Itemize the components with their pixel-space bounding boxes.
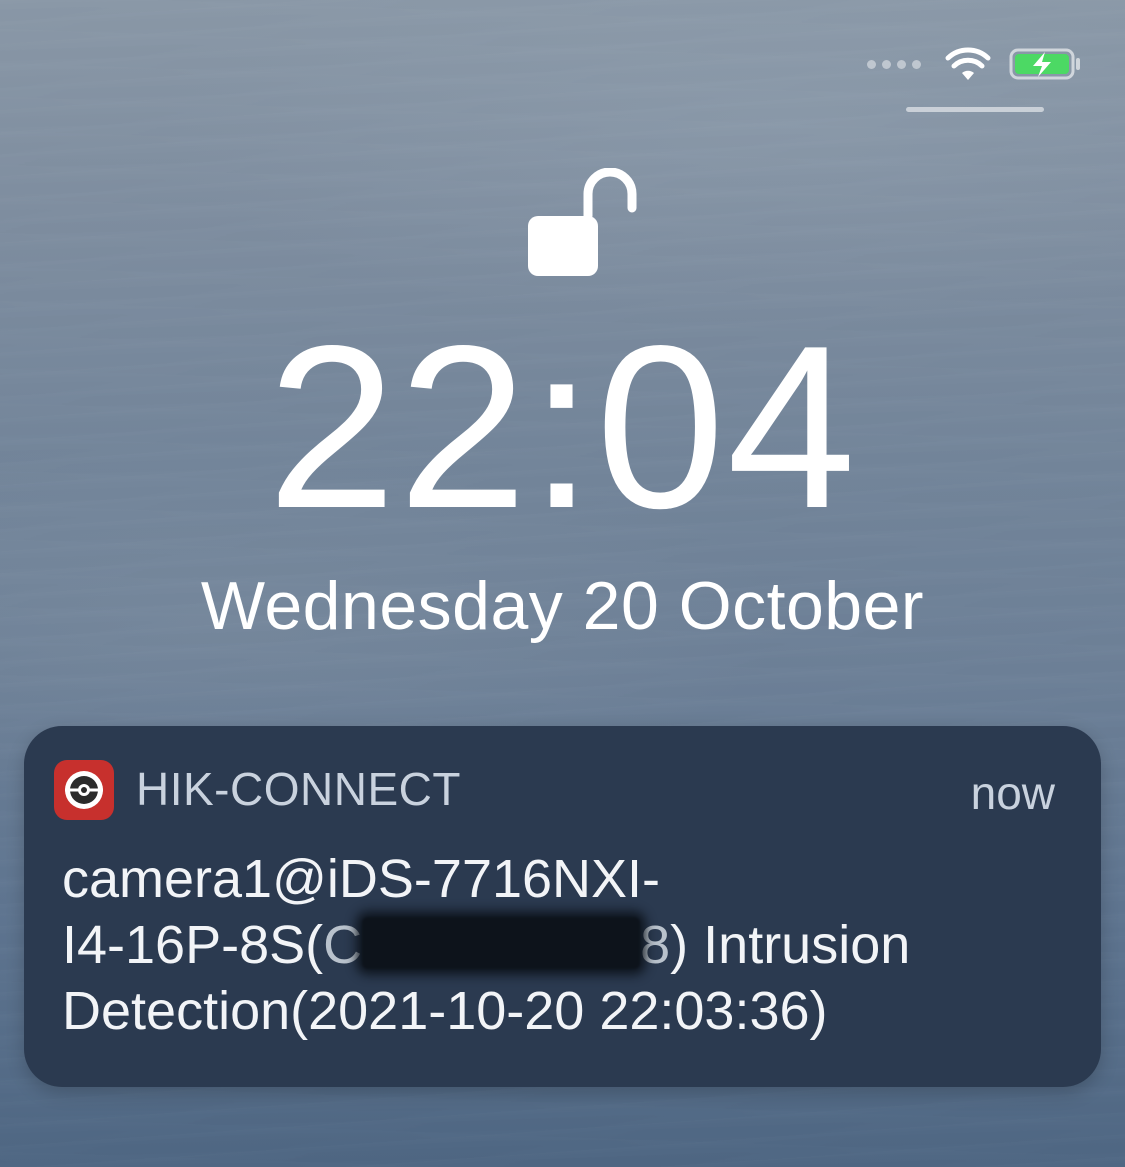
lockscreen-date: Wednesday 20 October (200, 568, 925, 644)
redacted-serial-block (362, 917, 641, 969)
camera-lens-icon (65, 771, 103, 809)
redacted-serial-prefix: C (323, 915, 363, 975)
status-bar (867, 46, 1081, 82)
notification-time: now (970, 767, 1055, 819)
cellular-dots-icon (867, 59, 921, 69)
control-center-indicator[interactable] (906, 107, 1044, 112)
notification-app-name: HIK-CONNECT (136, 763, 461, 815)
unlocked-padlock-icon (528, 168, 637, 276)
notification-card[interactable]: HIK-CONNECT now camera1@iDS-7716NXI- I4-… (24, 726, 1101, 1087)
lockscreen-time: 22:04 (267, 298, 858, 557)
hik-connect-app-icon (54, 760, 114, 820)
notification-message: camera1@iDS-7716NXI- I4-16P-8S(C 8) Intru… (62, 846, 1022, 1044)
wifi-icon (945, 47, 991, 80)
redacted-serial-suffix: 8 (640, 915, 671, 975)
battery-charging-icon (1009, 48, 1080, 80)
